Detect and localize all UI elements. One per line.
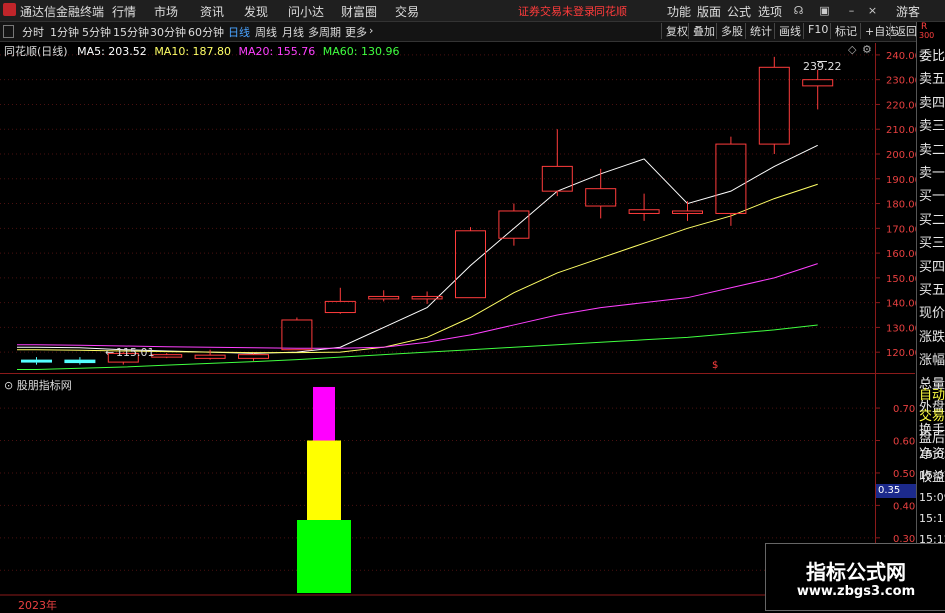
- indicator-bar: [313, 386, 335, 441]
- quote-field-label: 现价: [919, 306, 945, 322]
- quote-field-label: 卖三: [919, 119, 945, 135]
- candle-body-up: [758, 66, 790, 145]
- candle[interactable]: [238, 353, 269, 361]
- ma60-label: MA60: 130.96: [322, 45, 400, 58]
- candle[interactable]: [541, 129, 573, 197]
- tick-time-label: 交易: [919, 409, 945, 425]
- low-arrow-icon: ←: [105, 346, 115, 359]
- candle-body-up: [281, 319, 313, 351]
- quote-field-label: 买五: [919, 283, 945, 298]
- quote-field-label: 涨跌: [919, 329, 945, 345]
- candle-body-down: [21, 359, 52, 363]
- candle[interactable]: [802, 69, 834, 110]
- ma20-label: MA20: 155.76: [238, 45, 316, 58]
- candle-body-up: [238, 354, 269, 359]
- diamond-icon[interactable]: ◇: [848, 43, 856, 56]
- indicator-current-value: 0.35: [876, 484, 918, 498]
- indicator-tick-label: 0.40: [893, 501, 915, 512]
- indicator-tick-label: 0.60: [893, 437, 915, 448]
- candle[interactable]: [151, 353, 183, 359]
- ma-line-ma10: [17, 183, 818, 354]
- indicator-name[interactable]: 股朋指标网: [17, 379, 72, 392]
- gear-icon[interactable]: ⚙: [862, 43, 872, 56]
- tick-time-label: 15:11: [919, 511, 945, 525]
- candle-body-up: [498, 210, 530, 239]
- candle[interactable]: [21, 357, 52, 365]
- stock-name-label: 同花顺(日线): [4, 45, 68, 58]
- tick-time-label: 15:07: [919, 469, 945, 483]
- candle[interactable]: [455, 227, 486, 299]
- candle[interactable]: [498, 203, 530, 246]
- candle[interactable]: [64, 357, 96, 365]
- quote-field-label: 卖二: [919, 142, 945, 158]
- watermark: 指标公式网 www.zbgs3.com: [765, 543, 945, 611]
- quote-field-label: 买一: [919, 189, 945, 205]
- quote-field-label: 卖五: [919, 72, 945, 88]
- quote-field-label: 委比: [919, 49, 945, 64]
- quote-field-label: 卖一: [919, 166, 945, 181]
- ma-line-ma20: [17, 263, 818, 349]
- candle[interactable]: [281, 317, 313, 351]
- high-arrow: [817, 61, 827, 62]
- ma5-label: MA5: 203.52: [77, 45, 147, 58]
- tick-time-label: 15:09: [919, 490, 945, 504]
- panel-separator[interactable]: [0, 373, 915, 374]
- quote-field-label: 卖四: [919, 95, 945, 111]
- quote-field-label: 买二: [919, 212, 945, 228]
- quote-field-label: 涨幅: [919, 353, 945, 369]
- candle-body-up: [194, 354, 226, 359]
- axis-separator: [875, 43, 876, 595]
- watermark-url: www.zbgs3.com: [796, 584, 916, 599]
- ma-line-ma5: [17, 144, 818, 354]
- indicator-settings-icon[interactable]: ⊙: [4, 379, 13, 392]
- candle[interactable]: [194, 349, 226, 360]
- tick-time-label: 盘后: [919, 430, 945, 446]
- quote-field-label: 买四: [919, 259, 945, 275]
- event-marker-icon[interactable]: $: [712, 360, 718, 371]
- year-label: 2023年: [18, 599, 57, 612]
- indicator-tick-label: 0.70: [893, 404, 915, 415]
- candle-body-up: [672, 210, 703, 214]
- candle-body-up: [368, 295, 400, 300]
- candle[interactable]: [758, 56, 790, 154]
- tick-time-label: 自动: [919, 388, 945, 403]
- indicator-tick-label: 0.50: [893, 469, 915, 480]
- ma10-label: MA10: 187.80: [154, 45, 232, 58]
- candle-body-up: [802, 79, 834, 87]
- candle-body-down: [64, 359, 96, 364]
- candle[interactable]: [715, 136, 747, 226]
- candle[interactable]: [368, 290, 400, 302]
- candle-body-up: [455, 230, 486, 299]
- candle[interactable]: [585, 168, 617, 219]
- indicator-bar: [307, 440, 341, 520]
- ma-legend: 同花顺(日线) MA5: 203.52 MA10: 187.80 MA20: 1…: [4, 43, 399, 59]
- r-marker-number: 300: [919, 31, 935, 40]
- low-price-annotation: 115.01: [116, 346, 155, 359]
- quote-field-label: 买三: [919, 236, 945, 252]
- candle[interactable]: [628, 193, 660, 221]
- candle[interactable]: [324, 287, 356, 314]
- tick-time-label: 15:05: [919, 447, 945, 461]
- indicator-header: ⊙ 股朋指标网: [4, 377, 72, 393]
- candle-body-up: [151, 354, 183, 358]
- indicator-bar: [297, 520, 351, 593]
- candle-body-up: [628, 209, 660, 214]
- kline-chart[interactable]: 240.00230.00220.00210.00200.00190.00180.…: [0, 0, 945, 609]
- watermark-title: 指标公式网: [806, 560, 906, 584]
